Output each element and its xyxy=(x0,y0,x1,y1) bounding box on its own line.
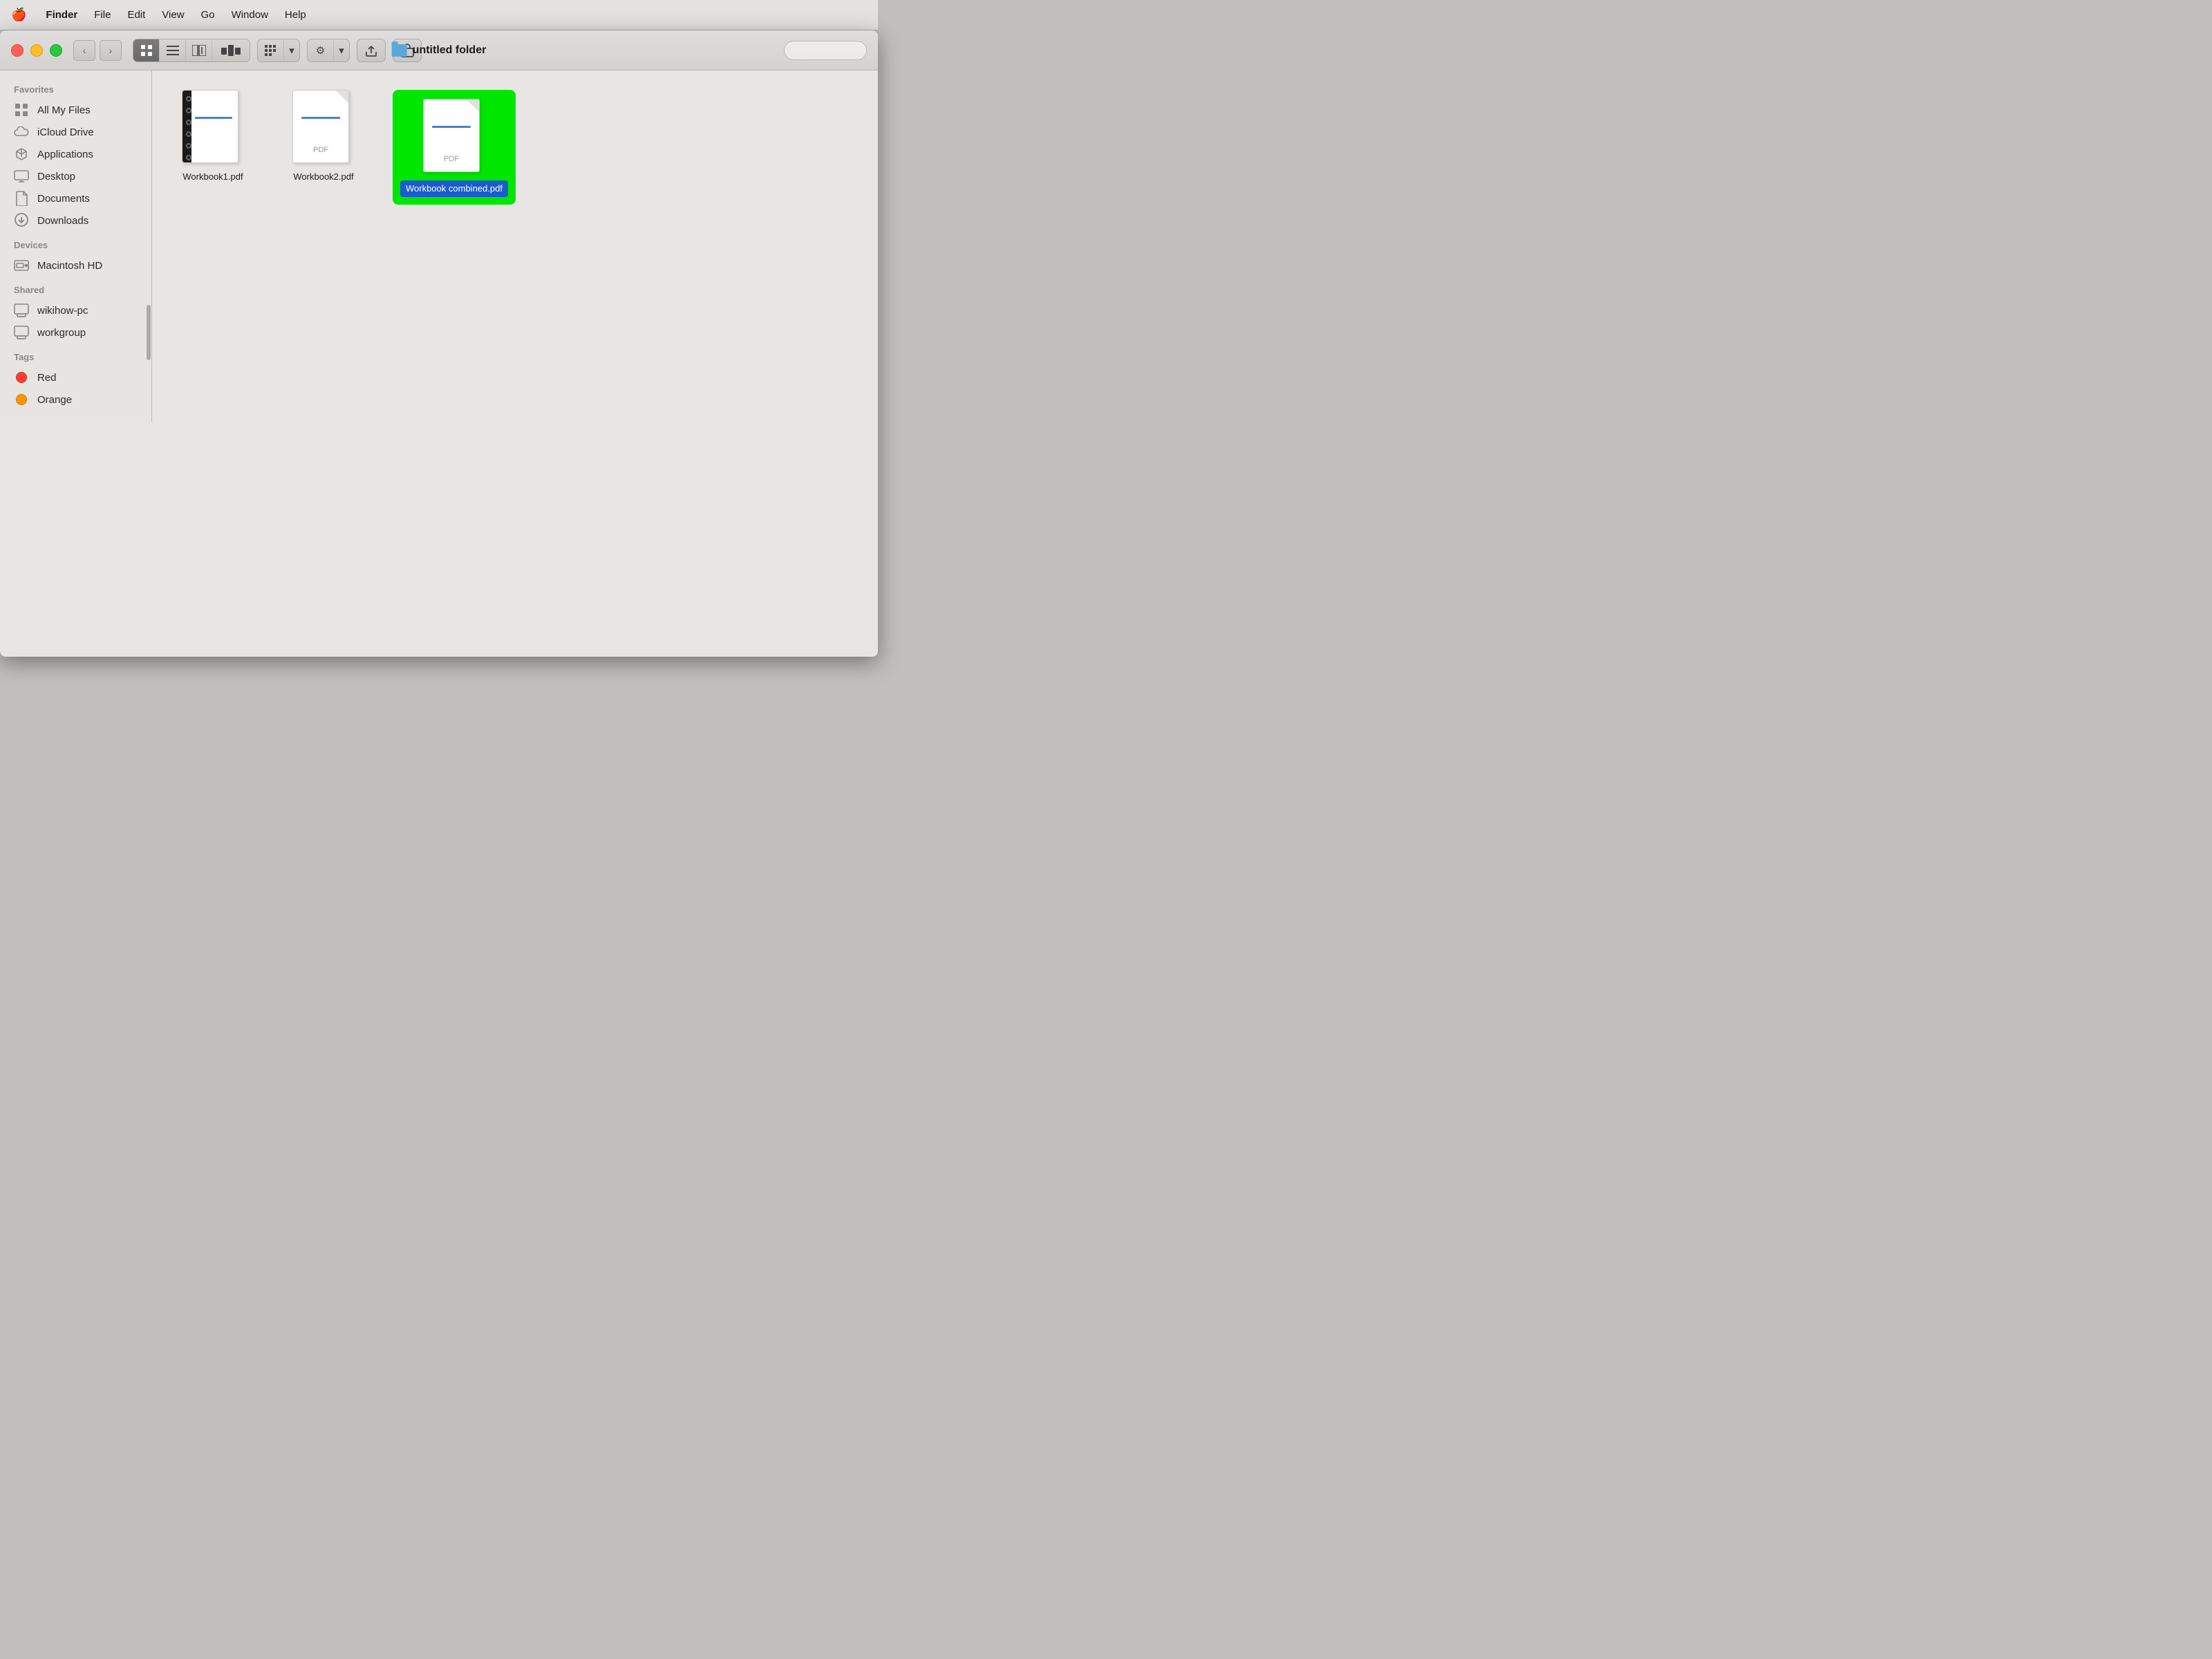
menubar-finder[interactable]: Finder xyxy=(46,9,77,21)
sidebar-item-tag-red[interactable]: Red xyxy=(0,366,151,388)
sidebar-item-icloud-drive[interactable]: iCloud Drive xyxy=(0,121,151,143)
applications-icon xyxy=(14,147,29,162)
arrange-arrow[interactable]: ▾ xyxy=(284,39,299,62)
file-item-workbook1[interactable]: Workbook1.pdf xyxy=(171,90,254,183)
arrange-button[interactable] xyxy=(258,39,284,62)
maximize-button[interactable] xyxy=(50,44,62,57)
sidebar-label-documents: Documents xyxy=(37,193,90,205)
view-icon-button[interactable] xyxy=(133,39,160,62)
workbook2-icon: PDF xyxy=(292,90,355,166)
sidebar-item-desktop[interactable]: Desktop xyxy=(0,165,151,187)
group-button-group: ▾ xyxy=(257,39,300,62)
file-item-workbook2[interactable]: PDF Workbook2.pdf xyxy=(282,90,365,183)
forward-button[interactable]: › xyxy=(100,40,122,61)
nav-buttons: ‹ › xyxy=(73,40,122,61)
sidebar-item-all-my-files[interactable]: All My Files xyxy=(0,99,151,121)
view-mode-group xyxy=(133,39,250,62)
workgroup-icon xyxy=(14,325,29,340)
workbook-combined-icon: PDF xyxy=(423,99,485,175)
menubar-go[interactable]: Go xyxy=(201,9,215,21)
devices-section-title: Devices xyxy=(0,237,151,254)
menubar-help[interactable]: Help xyxy=(285,9,306,21)
main-content: Favorites All My Files xyxy=(0,71,878,657)
traffic-lights xyxy=(11,44,62,57)
icloud-drive-icon xyxy=(14,124,29,140)
tag-red-icon xyxy=(14,370,29,385)
search-box[interactable] xyxy=(784,41,867,60)
workbook1-icon xyxy=(182,90,244,166)
sidebar-label-desktop: Desktop xyxy=(37,171,75,182)
sidebar-label-tag-red: Red xyxy=(37,372,57,384)
gear-arrow[interactable]: ▾ xyxy=(334,39,349,62)
view-column-button[interactable] xyxy=(186,39,212,62)
share-button[interactable] xyxy=(357,39,386,62)
menubar-window[interactable]: Window xyxy=(232,9,268,21)
sidebar-label-workgroup: workgroup xyxy=(37,327,86,339)
wikihow-pc-icon xyxy=(14,303,29,318)
macintosh-hd-icon xyxy=(14,258,29,273)
view-cover-button[interactable] xyxy=(212,39,250,62)
sidebar-label-macintosh-hd: Macintosh HD xyxy=(37,260,102,272)
workbook2-filename: Workbook2.pdf xyxy=(293,171,353,183)
menubar-view[interactable]: View xyxy=(162,9,184,21)
desktop-icon xyxy=(14,169,29,184)
apple-menu[interactable]: 🍎 xyxy=(11,8,26,22)
sidebar-label-tag-orange: Orange xyxy=(37,394,72,406)
window-title: untitled folder xyxy=(392,44,487,57)
workbook-combined-filename: Workbook combined.pdf xyxy=(406,183,503,194)
file-area: Workbook1.pdf PDF Workbook2.pdf xyxy=(152,71,878,657)
sidebar-item-macintosh-hd[interactable]: Macintosh HD xyxy=(0,254,151,276)
file-item-workbook-combined[interactable]: PDF Workbook combined.pdf xyxy=(393,90,516,205)
action-button-group: ⚙ ▾ xyxy=(307,39,350,62)
tag-orange-icon xyxy=(14,392,29,407)
sidebar-label-downloads: Downloads xyxy=(37,215,88,227)
sidebar-label-all-my-files: All My Files xyxy=(37,104,91,116)
documents-icon xyxy=(14,191,29,206)
finder-window: ‹ › xyxy=(0,30,878,657)
shared-section-title: Shared xyxy=(0,282,151,299)
sidebar-item-workgroup[interactable]: workgroup xyxy=(0,321,151,344)
sidebar-item-applications[interactable]: Applications xyxy=(0,143,151,165)
sidebar-label-wikihow-pc: wikihow-pc xyxy=(37,305,88,317)
workbook1-filename: Workbook1.pdf xyxy=(182,171,243,183)
gear-button[interactable]: ⚙ xyxy=(308,39,334,62)
menubar-edit[interactable]: Edit xyxy=(127,9,145,21)
sidebar-item-downloads[interactable]: Downloads xyxy=(0,209,151,232)
tags-section-title: Tags xyxy=(0,349,151,366)
menubar-file[interactable]: File xyxy=(94,9,111,21)
favorites-section-title: Favorites xyxy=(0,82,151,99)
titlebar: ‹ › xyxy=(0,30,878,71)
menubar: 🍎 Finder File Edit View Go Window Help xyxy=(0,0,878,30)
sidebar-label-icloud-drive: iCloud Drive xyxy=(37,126,94,138)
sidebar-item-documents[interactable]: Documents xyxy=(0,187,151,209)
window-title-text: untitled folder xyxy=(413,44,487,57)
sidebar-label-applications: Applications xyxy=(37,149,93,160)
downloads-icon xyxy=(14,213,29,228)
sidebar-scrollbar-thumb[interactable] xyxy=(147,305,151,360)
back-button[interactable]: ‹ xyxy=(73,40,95,61)
close-button[interactable] xyxy=(11,44,24,57)
folder-icon xyxy=(392,44,407,57)
sidebar-item-tag-orange[interactable]: Orange xyxy=(0,388,151,411)
sidebar: Favorites All My Files xyxy=(0,71,152,422)
view-list-button[interactable] xyxy=(160,39,186,62)
sidebar-wrapper: Favorites All My Files xyxy=(0,71,152,657)
minimize-button[interactable] xyxy=(30,44,43,57)
sidebar-item-wikihow-pc[interactable]: wikihow-pc xyxy=(0,299,151,321)
all-my-files-icon xyxy=(14,102,29,118)
